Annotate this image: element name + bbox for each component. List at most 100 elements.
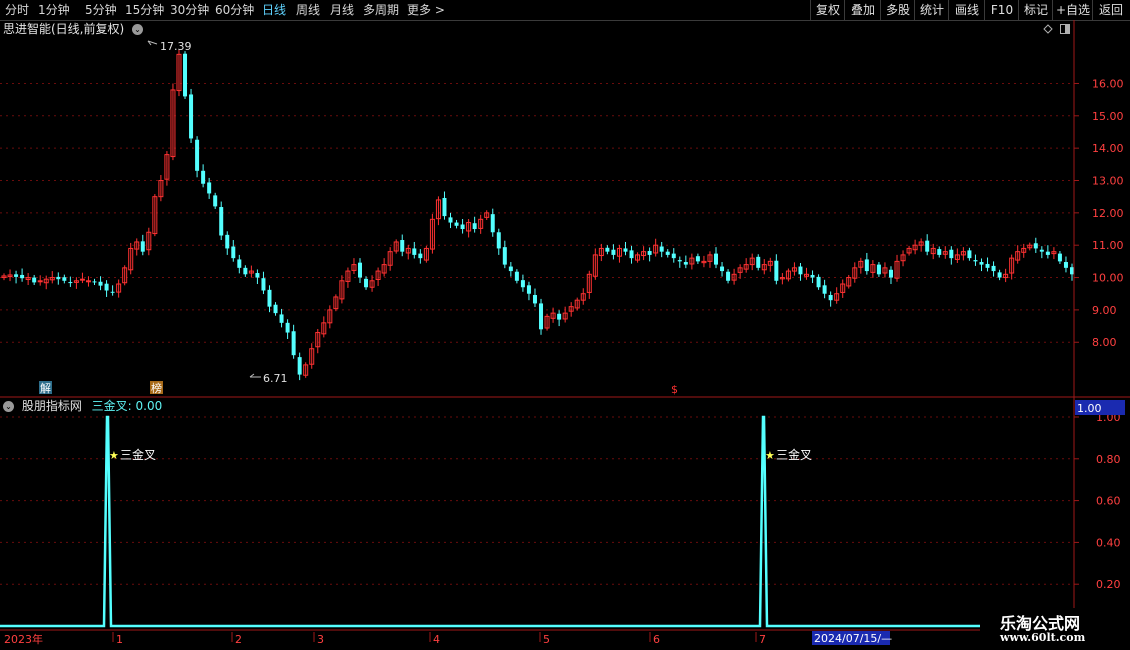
candle-body bbox=[562, 312, 568, 320]
candle-body bbox=[393, 241, 399, 252]
candle-body bbox=[183, 53, 188, 97]
f10-button[interactable]: F10 bbox=[984, 0, 1019, 20]
candle-body bbox=[1045, 251, 1050, 255]
candle-body bbox=[1015, 251, 1021, 261]
candle-body bbox=[56, 276, 61, 280]
candle-body bbox=[364, 278, 369, 288]
back-button[interactable]: 返回 bbox=[1092, 0, 1129, 20]
watermark-url: www.60lt.com bbox=[1000, 631, 1086, 644]
period-tab-more[interactable]: 更多 > bbox=[407, 0, 445, 20]
main-y-tick-label: 16.00 bbox=[1092, 77, 1124, 90]
candle-body bbox=[484, 212, 490, 218]
candle-body bbox=[14, 274, 19, 277]
main-y-tick-label: 10.00 bbox=[1092, 272, 1124, 285]
draw-line-button[interactable]: 画线 bbox=[948, 0, 985, 20]
period-tab-15min[interactable]: 15分钟 bbox=[125, 0, 164, 20]
chevron-down-icon[interactable]: ⌄ bbox=[132, 24, 144, 35]
fuquan-button[interactable]: 复权 bbox=[810, 0, 845, 20]
candle-body bbox=[900, 254, 906, 262]
panel-toggle-icon[interactable] bbox=[1060, 24, 1070, 34]
period-tab-daily[interactable]: 日线 bbox=[262, 0, 286, 20]
candle-body bbox=[508, 266, 513, 272]
candle-body bbox=[720, 266, 725, 272]
low-annotation: 6.71 bbox=[249, 372, 288, 385]
candle-body bbox=[550, 312, 556, 319]
candle-body bbox=[586, 273, 592, 293]
period-tab-1min[interactable]: 1分钟 bbox=[38, 0, 70, 20]
candle-body bbox=[375, 270, 381, 280]
candle-body bbox=[726, 271, 731, 281]
candle-body bbox=[285, 322, 290, 333]
candle-body bbox=[707, 254, 713, 262]
main-y-tick-label: 8.00 bbox=[1092, 336, 1117, 349]
indicator-grid bbox=[0, 416, 1074, 585]
candle-body bbox=[418, 253, 423, 259]
candle-body bbox=[864, 259, 869, 272]
candle-body bbox=[62, 277, 67, 281]
candle-body bbox=[195, 139, 200, 171]
candle-body bbox=[327, 309, 333, 324]
candle-body bbox=[671, 253, 676, 259]
period-tab-30min[interactable]: 30分钟 bbox=[170, 0, 209, 20]
candle-body bbox=[291, 331, 296, 356]
candle-body bbox=[237, 259, 242, 268]
candles bbox=[1, 49, 1074, 381]
period-tab-weekly[interactable]: 周线 bbox=[296, 0, 320, 20]
candle-body bbox=[779, 277, 785, 280]
watermark: 乐淘公式网 www.60lt.com bbox=[980, 608, 1130, 650]
candle-body bbox=[641, 251, 647, 257]
add-watchlist-button[interactable]: +自选 bbox=[1052, 0, 1093, 20]
period-tab-timeshare[interactable]: 分时 bbox=[5, 0, 29, 20]
candle-body bbox=[412, 248, 417, 255]
stock-title: 思进智能(日线,前复权) bbox=[3, 22, 125, 36]
mark-button[interactable]: 标记 bbox=[1018, 0, 1053, 20]
period-tab-monthly[interactable]: 月线 bbox=[330, 0, 354, 20]
candle-body bbox=[761, 264, 767, 271]
chevron-down-icon[interactable]: ⌄ bbox=[3, 401, 14, 412]
unlock-marker-text: 解 bbox=[40, 381, 51, 395]
period-tab-multi[interactable]: 多周期 bbox=[363, 0, 399, 20]
diamond-icon[interactable] bbox=[1043, 24, 1053, 34]
candle-body bbox=[110, 291, 115, 293]
candle-body bbox=[906, 247, 912, 254]
candle-body bbox=[653, 244, 659, 254]
candle-body bbox=[448, 217, 453, 223]
signal-star-2: ★ bbox=[765, 449, 775, 462]
period-tab-5min[interactable]: 5分钟 bbox=[85, 0, 117, 20]
candle-body bbox=[466, 222, 472, 232]
stats-button[interactable]: 统计 bbox=[914, 0, 949, 20]
candle-body bbox=[1033, 243, 1038, 249]
candle-body bbox=[387, 251, 393, 266]
signal-text-1: 三金叉 bbox=[120, 447, 156, 462]
candle-body bbox=[635, 254, 641, 261]
indicator-y-tick-label: 1.00 bbox=[1096, 411, 1121, 424]
candle-body bbox=[967, 250, 972, 259]
candle-body bbox=[960, 251, 966, 256]
candle-body bbox=[297, 357, 302, 375]
candle-body bbox=[20, 274, 25, 279]
candle-body bbox=[140, 241, 145, 252]
candle-body bbox=[737, 267, 743, 273]
candle-body bbox=[647, 251, 652, 255]
cursor-date: 2024/07/15/— bbox=[814, 632, 892, 645]
candle-body bbox=[243, 267, 248, 275]
overlay-button[interactable]: 叠加 bbox=[844, 0, 881, 20]
candle-body bbox=[400, 240, 405, 252]
period-tab-60min[interactable]: 60分钟 bbox=[215, 0, 254, 20]
candle-body bbox=[92, 281, 97, 283]
candle-body bbox=[701, 260, 707, 264]
candle-body bbox=[520, 280, 525, 288]
multi-stock-button[interactable]: 多股 bbox=[880, 0, 915, 20]
x-label-3: 3 bbox=[317, 633, 324, 646]
x-label-2: 2 bbox=[235, 633, 242, 646]
candle-body bbox=[37, 280, 43, 283]
candle-body bbox=[339, 280, 345, 300]
candle-body bbox=[255, 273, 260, 278]
candle-body bbox=[912, 244, 918, 251]
unlock-marker: 解 bbox=[39, 381, 52, 395]
candle-body bbox=[454, 222, 459, 226]
candle-body bbox=[267, 289, 272, 307]
main-y-tick-label: 12.00 bbox=[1092, 207, 1124, 220]
candle-body bbox=[598, 247, 604, 257]
high-label: 17.39 bbox=[160, 40, 192, 53]
